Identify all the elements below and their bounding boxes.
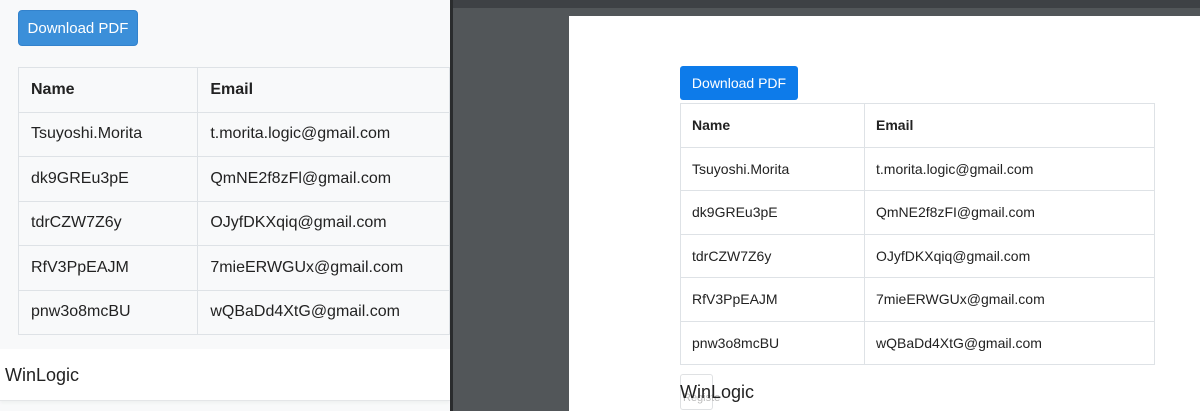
pdf-name-cell: RfV3PpEAJM	[680, 277, 865, 322]
pdf-email-column-header: Email	[864, 103, 1155, 148]
pdf-email-cell: OJyfDKXqiq@gmail.com	[864, 233, 1155, 278]
name-cell: tdrCZW7Z6y	[17, 200, 199, 246]
pdf-email-cell: t.morita.logic@gmail.com	[864, 146, 1155, 191]
table-row: tdrCZW7Z6y OJyfDKXqiq@gmail.com	[17, 200, 450, 246]
pdf-email-cell: wQBaDd4XtG@gmail.com	[864, 320, 1155, 365]
pdf-table-row: Tsuyoshi.Morita t.morita.logic@gmail.com	[680, 146, 1155, 191]
pdf-viewer[interactable]: Download PDF Name Email Tsuyoshi.Morita …	[453, 0, 1200, 411]
table-header-row: Name Email	[17, 67, 450, 113]
pdf-table-row: tdrCZW7Z6y OJyfDKXqiq@gmail.com	[680, 233, 1155, 278]
footer-brand-text: WinLogic	[5, 365, 80, 385]
pdf-name-cell: Tsuyoshi.Morita	[680, 146, 865, 191]
pdf-table-row: RfV3PpEAJM 7mieERWGUx@gmail.com	[680, 277, 1155, 322]
table-row: dk9GREu3pE QmNE2f8zFl@gmail.com	[17, 156, 450, 202]
pdf-table-row: dk9GREu3pE QmNE2f8zFI@gmail.com	[680, 190, 1155, 235]
email-cell: t.morita.logic@gmail.com	[197, 111, 450, 157]
table-row: Tsuyoshi.Morita t.morita.logic@gmail.com	[17, 111, 450, 157]
pdf-users-table: Name Email Tsuyoshi.Morita t.morita.logi…	[680, 103, 1155, 365]
viewer-toolbar-edge	[453, 0, 1200, 8]
email-cell: QmNE2f8zFl@gmail.com	[197, 156, 450, 202]
download-pdf-button[interactable]: Download PDF	[18, 10, 138, 46]
pdf-download-button-render: Download PDF	[680, 66, 798, 100]
name-cell: pnw3o8mcBU	[17, 289, 199, 335]
web-page-pane: Download PDF Name Email Tsuyoshi.Morita …	[0, 0, 450, 411]
email-column-header: Email	[197, 67, 450, 113]
pdf-name-cell: tdrCZW7Z6y	[680, 233, 865, 278]
pdf-table-row: pnw3o8mcBU wQBaDd4XtG@gmail.com	[680, 320, 1155, 365]
pdf-email-cell: 7mieERWGUx@gmail.com	[864, 277, 1155, 322]
pdf-table-header-row: Name Email	[680, 103, 1155, 148]
pdf-page: Download PDF Name Email Tsuyoshi.Morita …	[569, 16, 1200, 411]
name-cell: Tsuyoshi.Morita	[17, 111, 199, 157]
name-cell: dk9GREu3pE	[17, 156, 199, 202]
table-row: pnw3o8mcBU wQBaDd4XtG@gmail.com	[17, 289, 450, 335]
email-cell: 7mieERWGUx@gmail.com	[197, 245, 450, 291]
footer-bar: WinLogic	[0, 349, 450, 401]
pdf-footer-brand-text: WinLogic	[680, 382, 755, 402]
name-column-header: Name	[17, 67, 199, 113]
pdf-name-cell: pnw3o8mcBU	[680, 320, 865, 365]
pdf-email-cell: QmNE2f8zFI@gmail.com	[864, 190, 1155, 235]
name-cell: RfV3PpEAJM	[17, 245, 199, 291]
users-table: Name Email Tsuyoshi.Morita t.morita.logi…	[17, 67, 450, 335]
email-cell: wQBaDd4XtG@gmail.com	[197, 289, 450, 335]
table-row: RfV3PpEAJM 7mieERWGUx@gmail.com	[17, 245, 450, 291]
email-cell: OJyfDKXqiq@gmail.com	[197, 200, 450, 246]
pdf-name-column-header: Name	[680, 103, 865, 148]
pdf-name-cell: dk9GREu3pE	[680, 190, 865, 235]
